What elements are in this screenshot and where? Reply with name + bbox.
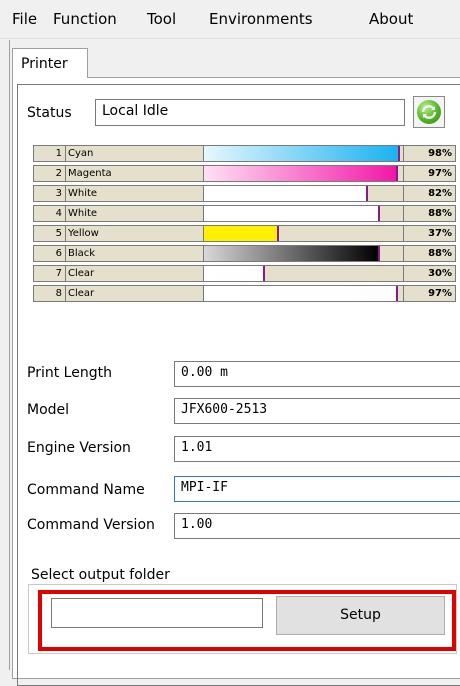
ink-level-marker (366, 186, 368, 201)
ink-slot-number: 2 (33, 165, 66, 182)
ink-percent: 82% (404, 185, 456, 202)
ink-percent: 37% (404, 225, 456, 242)
ink-name: Cyan (66, 145, 204, 162)
ink-percent: 98% (404, 145, 456, 162)
status-field: Local Idle (95, 99, 405, 126)
ink-name: Clear (66, 285, 204, 302)
ink-level-bar (204, 185, 404, 202)
ink-row: 3 White 82% (33, 185, 456, 202)
ink-slot-number: 8 (33, 285, 66, 302)
ink-slot-number: 4 (33, 205, 66, 222)
ink-slot-number: 5 (33, 225, 66, 242)
output-folder-input[interactable] (51, 598, 263, 628)
ink-row: 6 Black 88% (33, 245, 456, 262)
ink-level-marker (263, 266, 265, 281)
ink-name: White (66, 185, 204, 202)
ink-row: 4 White 88% (33, 205, 456, 222)
ink-name: Black (66, 245, 204, 262)
ink-slot-number: 6 (33, 245, 66, 262)
command-version-field: 1.00 (174, 513, 460, 539)
ink-level-fill (204, 146, 398, 161)
ink-level-bar (204, 145, 404, 162)
setup-button[interactable]: Setup (276, 596, 445, 635)
menu-about[interactable]: About (369, 10, 413, 28)
ink-percent: 88% (404, 205, 456, 222)
menu-function[interactable]: Function (53, 10, 117, 28)
command-name-label: Command Name (27, 482, 145, 498)
ink-percent: 30% (404, 265, 456, 282)
tab-printer[interactable]: Printer (12, 48, 88, 78)
ink-level-marker (396, 286, 398, 301)
ink-level-fill (204, 166, 396, 181)
print-length-label: Print Length (27, 365, 112, 381)
ink-row: 2 Magenta 97% (33, 165, 456, 182)
ink-percent: 97% (404, 165, 456, 182)
status-label: Status (27, 105, 72, 121)
ink-name: Yellow (66, 225, 204, 242)
ink-slot-number: 1 (33, 145, 66, 162)
menu-file[interactable]: File (12, 10, 37, 28)
ink-level-bar (204, 245, 404, 262)
ink-level-fill (204, 286, 396, 301)
ink-row: 7 Clear 30% (33, 265, 456, 282)
ink-level-fill (204, 246, 378, 261)
ink-level-fill (204, 186, 366, 201)
ink-level-marker (277, 226, 279, 241)
engine-version-label: Engine Version (27, 440, 131, 456)
print-length-field: 0.00 m (174, 361, 460, 387)
refresh-button[interactable] (413, 96, 445, 128)
ink-percent: 88% (404, 245, 456, 262)
ink-percent: 97% (404, 285, 456, 302)
ink-level-marker (396, 166, 398, 181)
ink-level-bar (204, 205, 404, 222)
ink-level-fill (204, 266, 263, 281)
output-folder-label: Select output folder (31, 567, 170, 583)
ink-level-bar (204, 165, 404, 182)
ink-row: 8 Clear 97% (33, 285, 456, 302)
refresh-icon (417, 100, 441, 124)
ink-level-marker (398, 146, 400, 161)
ink-row: 5 Yellow 37% (33, 225, 456, 242)
ink-slot-number: 3 (33, 185, 66, 202)
menu-environments[interactable]: Environments (209, 10, 313, 28)
ink-level-bar (204, 285, 404, 302)
ink-level-marker (378, 206, 380, 221)
ink-row: 1 Cyan 98% (33, 145, 456, 162)
ink-slot-number: 7 (33, 265, 66, 282)
ink-level-marker (378, 246, 380, 261)
ink-level-bar (204, 265, 404, 282)
menu-bar: File Function Tool Environments About (0, 0, 460, 39)
menu-tool[interactable]: Tool (147, 10, 176, 28)
command-name-field[interactable]: MPI-IF (174, 476, 460, 502)
command-version-label: Command Version (27, 517, 155, 533)
model-label: Model (27, 402, 70, 418)
ink-level-fill (204, 226, 277, 241)
ink-name: White (66, 205, 204, 222)
model-field: JFX600-2513 (174, 398, 460, 424)
ink-name: Clear (66, 265, 204, 282)
engine-version-field: 1.01 (174, 436, 460, 462)
ink-name: Magenta (66, 165, 204, 182)
ink-level-bar (204, 225, 404, 242)
ink-level-fill (204, 206, 378, 221)
